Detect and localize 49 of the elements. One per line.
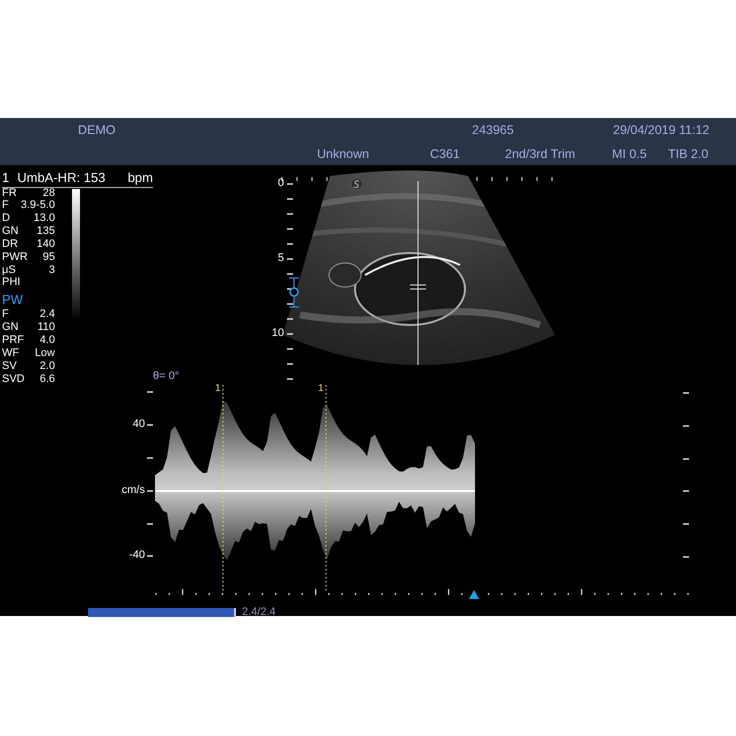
parameter-value: 6.6 [40,372,55,386]
focus-marker-icon [288,278,300,308]
parameter-label: D [2,212,11,225]
depth-label: 0 [278,177,284,189]
velocity-label: 40 [132,418,145,430]
parameter-label: SV [2,360,18,373]
parameter-label: GN [2,321,20,334]
parameter-value: 3 [48,264,55,276]
depth-label: 10 [272,327,284,339]
parameter-value: 110 [37,321,55,334]
parameter-label: GN [2,224,20,238]
parameter-value: 135 [36,224,55,238]
mode-heading: PW [2,292,24,308]
velocity-label: -40 [129,549,145,561]
header-info: 2nd/3rd Trim [505,147,576,161]
cine-reading: 2.4/2.4 [242,606,276,618]
parameter-label: DR [2,238,19,251]
cursor-label: 1 [215,383,221,394]
baseline-marker-icon [469,590,479,599]
parameter-label: WF [2,347,20,360]
header-info: Unknown [317,147,370,161]
parameter-label: FR [2,188,18,199]
measurement-unit: bpm [128,169,153,186]
measurement-label: UmbA-HR: 153 [17,169,106,186]
header-info: C361 [430,147,460,161]
header-info: DEMO [78,123,116,139]
parameter-label: PHI [2,276,22,290]
header-info: 243965 [472,123,514,139]
parameter-value: 140 [36,238,55,251]
parameter-label: μS [2,264,17,276]
depth-label: 5 [278,252,284,264]
header-info: MI 0.5 [612,147,647,161]
parameter-label: SVD [2,372,24,386]
parameter-value: 28 [42,188,55,199]
parameter-value: 2.4 [40,308,55,322]
parameter-value: 2.0 [40,360,55,373]
cursor-label: 1 [318,383,324,394]
header-info: TIB 2.0 [668,147,708,161]
angle-label: θ= 0° [153,370,180,382]
parameter-value: 95 [42,250,55,264]
parameter-value: 3.9-5.0 [20,199,55,212]
parameter-value: 13.0 [34,212,55,225]
parameter-value: 4.0 [40,334,55,348]
parameter-value: Low [34,347,55,360]
velocity-label: cm/s [122,484,145,496]
parameter-label: F [2,308,10,322]
measurement-index: 1 [2,169,10,186]
parameter-label: PRF [2,334,24,348]
header-info: 29/04/2019 11:12 [613,123,710,139]
